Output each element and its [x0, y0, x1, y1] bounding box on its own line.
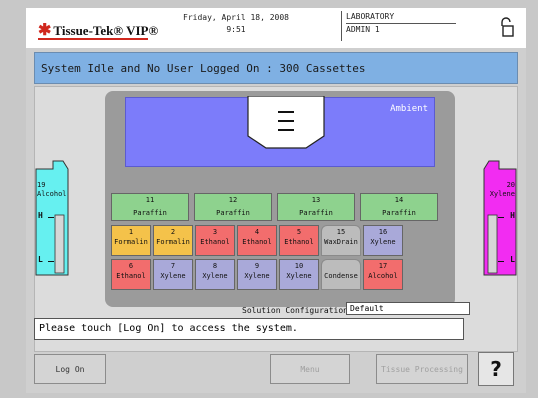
station-11[interactable]: 11 Paraffin — [111, 193, 189, 221]
message-box: Please touch [Log On] to access the syst… — [34, 318, 464, 340]
station-2[interactable]: 2 Formalin — [153, 225, 193, 256]
station-6-name: Ethanol — [116, 272, 146, 280]
station-12[interactable]: 12 Paraffin — [194, 193, 272, 221]
bottle-19-name: Alcohol — [37, 190, 67, 198]
station-4-number: 4 — [254, 228, 260, 236]
condenser-number — [322, 262, 360, 271]
station-3[interactable]: 3 Ethanol — [195, 225, 235, 256]
station-12-name: Paraffin — [216, 209, 250, 217]
status-bar: System Idle and No User Logged On : 300 … — [34, 52, 518, 84]
condenser[interactable]: Condense — [321, 259, 361, 290]
tissue-processing-button[interactable]: Tissue Processing — [376, 354, 468, 384]
retort-temperature-label: Ambient — [390, 104, 428, 114]
status-text: System Idle and No User Logged On : 300 … — [41, 62, 366, 75]
help-button[interactable]: ? — [478, 352, 514, 386]
station-5-name: Ethanol — [284, 238, 314, 246]
location-text: LABORATORY — [346, 12, 395, 21]
station-7-number: 7 — [170, 262, 176, 270]
station-15-number: 15 — [336, 228, 346, 236]
station-7[interactable]: 7 Xylene — [153, 259, 193, 290]
retort-icon — [247, 96, 325, 149]
station-17-name: Alcohol — [368, 272, 398, 280]
station-14-name: Paraffin — [382, 209, 416, 217]
station-14[interactable]: 14 Paraffin — [360, 193, 438, 221]
log-on-button[interactable]: Log On — [34, 354, 106, 384]
time-text: 9:51 — [226, 25, 246, 34]
station-7-name: Xylene — [160, 272, 186, 280]
bottle-20-number: 20 — [506, 181, 515, 189]
station-16[interactable]: 16 Xylene — [363, 225, 403, 256]
station-16-number: 16 — [378, 228, 388, 236]
station-2-number: 2 — [170, 228, 176, 236]
station-8[interactable]: 8 Xylene — [195, 259, 235, 290]
solution-configuration-label: Solution Configuration — [242, 306, 348, 315]
station-5[interactable]: 5 Ethanol — [279, 225, 319, 256]
station-13-name: Paraffin — [299, 209, 333, 217]
bottle-19-high-label: H — [38, 211, 43, 220]
bottle-19-low-label: L — [38, 255, 43, 264]
bottle-19-low-mark — [48, 261, 54, 262]
station-13[interactable]: 13 Paraffin — [277, 193, 355, 221]
bottle-19-number: 19 — [37, 181, 46, 189]
station-1[interactable]: 1 Formalin — [111, 225, 151, 256]
station-9-name: Xylene — [244, 272, 270, 280]
bottle-20-high-label: H — [510, 211, 515, 220]
header: ✱ Tissue-Tek® VIP® Friday, April 18, 2008… — [26, 8, 526, 48]
user-info: LABORATORY ADMIN 1 — [346, 11, 456, 36]
station-9[interactable]: 9 Xylene — [237, 259, 277, 290]
date-text: Friday, April 18, 2008 — [183, 13, 289, 22]
station-1-number: 1 — [128, 228, 134, 236]
bottle-20-name: Xylene — [489, 190, 515, 198]
station-15[interactable]: 15 WaxDrain — [321, 225, 361, 256]
header-divider — [341, 11, 342, 41]
station-10[interactable]: 10 Xylene — [279, 259, 319, 290]
station-3-number: 3 — [212, 228, 218, 236]
station-17-number: 17 — [378, 262, 388, 270]
app-window: ✱ Tissue-Tek® VIP® Friday, April 18, 2008… — [26, 8, 526, 393]
station-12-number: 12 — [228, 196, 238, 204]
retort-chamber[interactable]: Ambient — [125, 96, 435, 167]
station-11-name: Paraffin — [133, 209, 167, 217]
logo-underline — [38, 38, 148, 40]
station-17[interactable]: 17 Alcohol — [363, 259, 403, 290]
station-10-number: 10 — [294, 262, 304, 270]
station-6[interactable]: 6 Ethanol — [111, 259, 151, 290]
station-14-number: 14 — [394, 196, 404, 204]
user-text: ADMIN 1 — [346, 23, 456, 36]
brand-logo: ✱ Tissue-Tek® VIP® — [38, 20, 158, 40]
brand-name: Tissue-Tek® VIP® — [53, 23, 159, 38]
bottle-20-high-mark — [498, 217, 504, 218]
station-15-name: WaxDrain — [324, 238, 358, 246]
condenser-name: Condense — [324, 272, 358, 280]
bottle-20[interactable]: 20 Xylene H L — [483, 159, 517, 277]
station-5-number: 5 — [296, 228, 302, 236]
station-3-name: Ethanol — [200, 238, 230, 246]
datetime: Friday, April 18, 2008 9:51 — [176, 12, 296, 36]
station-4[interactable]: 4 Ethanol — [237, 225, 277, 256]
station-9-number: 9 — [254, 262, 260, 270]
bottle-20-low-label: L — [510, 255, 515, 264]
station-11-number: 11 — [145, 196, 155, 204]
station-8-name: Xylene — [202, 272, 228, 280]
station-6-number: 6 — [128, 262, 134, 270]
station-8-number: 8 — [212, 262, 218, 270]
bottle-20-low-mark — [498, 261, 504, 262]
solution-configuration-field[interactable]: Default — [346, 302, 470, 315]
menu-button[interactable]: Menu — [270, 354, 350, 384]
station-2-name: Formalin — [156, 238, 190, 246]
station-4-name: Ethanol — [242, 238, 272, 246]
station-16-name: Xylene — [370, 238, 396, 246]
station-13-number: 13 — [311, 196, 321, 204]
station-1-name: Formalin — [114, 238, 148, 246]
lock-icon[interactable] — [498, 17, 514, 37]
bottle-19-high-mark — [48, 217, 54, 218]
station-10-name: Xylene — [286, 272, 312, 280]
bottle-19[interactable]: 19 Alcohol H L — [35, 159, 69, 277]
star-icon: ✱ — [38, 22, 52, 39]
